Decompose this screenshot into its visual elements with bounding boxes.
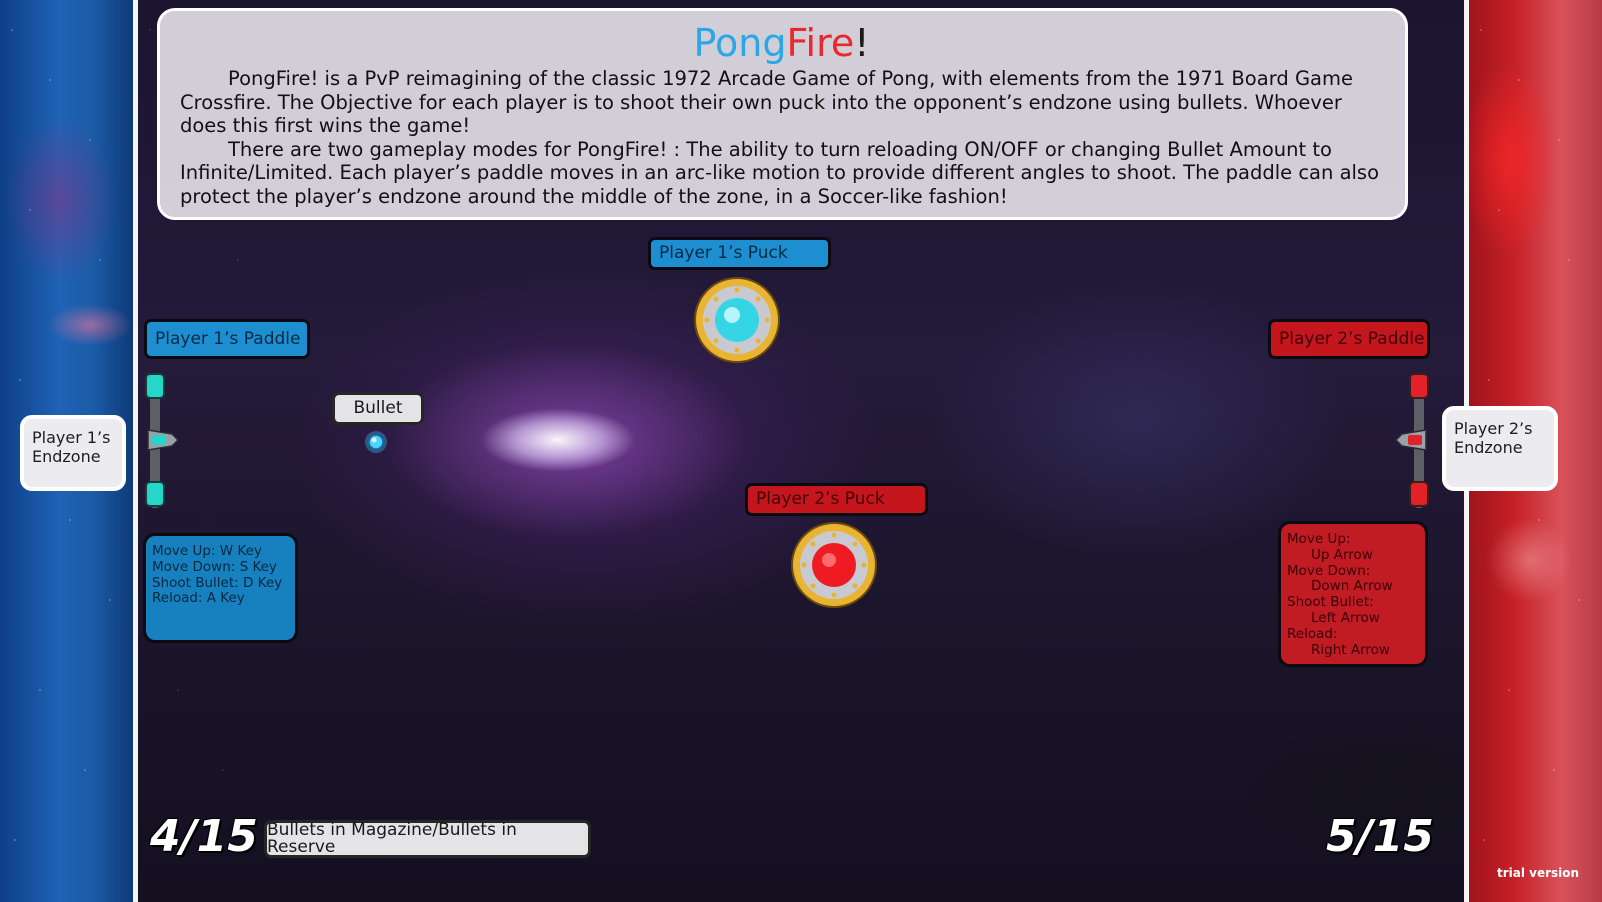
bullet (365, 431, 387, 453)
player1-puck-label: Player 1’s Puck (648, 237, 831, 270)
description-paragraph-1: PongFire! is a PvP reimagining of the cl… (180, 67, 1353, 137)
player2-controls: Move Up: Up Arrow Move Down: Down Arrow … (1278, 521, 1428, 667)
bullet-label: Bullet (332, 392, 424, 425)
player1-endzone-label: Player 1’s Endzone (20, 415, 126, 491)
player2-paddle (1394, 373, 1429, 508)
player2-ammo-counter: 5/15 (1326, 811, 1434, 862)
player1-controls: Move Up: W Key Move Down: S Key Shoot Bu… (143, 533, 298, 643)
ammo-caption: Bullets in Magazine/Bullets in Reserve (264, 820, 591, 858)
player2-puck-label: Player 2’s Puck (745, 483, 928, 516)
player1-puck (694, 277, 780, 363)
player2-endzone-label: Player 2’s Endzone (1442, 406, 1558, 491)
game-title: PongFire! (693, 21, 870, 65)
trial-watermark: trial version (1497, 866, 1580, 880)
player1-ammo-counter: 4/15 (150, 811, 258, 862)
player1-paddle-label: Player 1’s Paddle (144, 319, 310, 359)
info-panel: PongFire! PongFire! is a PvP reimagining… (157, 8, 1408, 220)
description-paragraph-2: There are two gameplay modes for PongFir… (180, 137, 1380, 208)
player2-paddle-label: Player 2’s Paddle (1268, 319, 1430, 359)
player1-paddle (145, 373, 180, 508)
player2-puck (791, 522, 877, 608)
